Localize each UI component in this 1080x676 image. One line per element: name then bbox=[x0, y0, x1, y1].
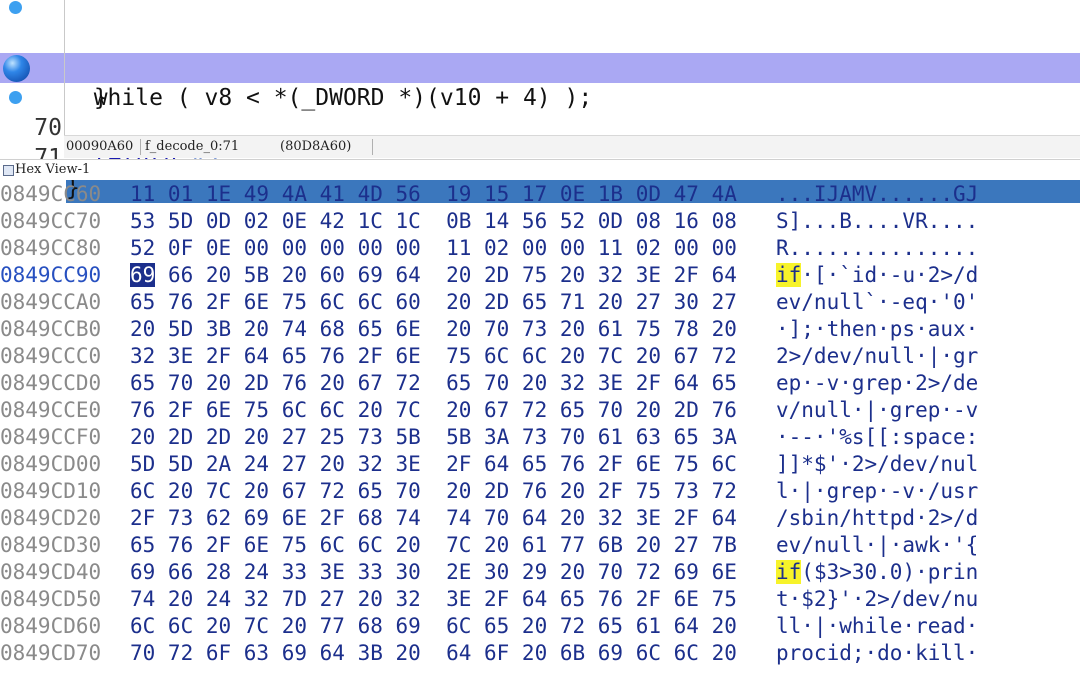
hex-bytes[interactable]: 65 76 2F 6E 75 6C 6C 60 20 2D 65 71 20 2… bbox=[130, 289, 737, 316]
hex-bytes[interactable]: 53 5D 0D 02 0E 42 1C 1C 0B 14 56 52 0D 0… bbox=[130, 208, 737, 235]
hex-ascii[interactable]: S]...B....VR.... bbox=[776, 208, 978, 235]
hex-ascii[interactable]: v/null·|·grep·-v bbox=[776, 397, 978, 424]
hex-address: 0849CC70 bbox=[0, 209, 102, 233]
hex-bytes[interactable]: 20 2D 2D 20 27 25 73 5B 5B 3A 73 70 61 6… bbox=[130, 424, 737, 451]
hex-ascii[interactable]: ll·|·while·read· bbox=[776, 613, 978, 640]
hex-bytes[interactable]: 2F 73 62 69 6E 2F 68 74 74 70 64 20 32 3… bbox=[130, 505, 737, 532]
hex-row[interactable]: 0849CD30 65 76 2F 6E 75 6C 6C 20 7C 20 61… bbox=[0, 532, 1080, 559]
breakpoint-dot-icon[interactable] bbox=[9, 91, 22, 104]
hex-row[interactable]: 0849CCB0 20 5D 3B 20 74 68 65 6E 20 70 73… bbox=[0, 316, 1080, 343]
hex-bytes[interactable]: 11 01 1E 49 4A 41 4D 56 19 15 17 0E 1B 0… bbox=[130, 181, 737, 208]
hex-ascii[interactable]: t·$2}'·2>/dev/nu bbox=[776, 586, 978, 613]
breakpoint-dot-icon[interactable] bbox=[9, 1, 22, 14]
hex-ascii[interactable]: l·|·grep·-v·/usr bbox=[776, 478, 978, 505]
hex-address: 0849CC60 bbox=[0, 182, 102, 206]
hex-cursor-byte[interactable]: 69 bbox=[130, 263, 156, 287]
hex-row[interactable]: 0849CD00 5D 5D 2A 24 27 20 32 3E 2F 64 65… bbox=[0, 451, 1080, 478]
status-divider bbox=[140, 139, 141, 155]
hex-row[interactable]: 0849CCA0 65 76 2F 6E 75 6C 6C 60 20 2D 65… bbox=[0, 289, 1080, 316]
hex-row-current[interactable]: 0849CC90 69 66 20 5B 20 60 69 64 20 2D 75… bbox=[0, 262, 1080, 289]
ascii-highlight: if bbox=[776, 560, 802, 584]
hex-address: 0849CCD0 bbox=[0, 371, 102, 395]
hex-bytes[interactable]: 74 20 24 32 7D 27 20 32 3E 2F 64 65 76 2… bbox=[130, 586, 737, 613]
pseudocode-status-bar: 00090A60 f_decode_0:71 (80D8A60) bbox=[64, 135, 1080, 158]
hex-ascii[interactable]: ]]*$'·2>/dev/nul bbox=[776, 451, 978, 478]
hex-ascii[interactable]: ·--·'%s[[:space: bbox=[776, 424, 978, 451]
hex-row[interactable]: 0849CCC0 32 3E 2F 64 65 76 2F 6E 75 6C 6C… bbox=[0, 343, 1080, 370]
hex-address: 0849CD20 bbox=[0, 506, 102, 530]
hex-bytes[interactable]: 6C 20 7C 20 67 72 65 70 20 2D 76 20 2F 7… bbox=[130, 478, 737, 505]
hex-row[interactable]: 0849CD20 2F 73 62 69 6E 2F 68 74 74 70 64… bbox=[0, 505, 1080, 532]
hex-ascii[interactable]: ...IJAMV......GJ bbox=[776, 181, 978, 208]
hex-address: 0849CD70 bbox=[0, 641, 102, 665]
hex-bytes[interactable]: 5D 5D 2A 24 27 20 32 3E 2F 64 65 76 2F 6… bbox=[130, 451, 737, 478]
code-line-69[interactable]: 69 } bbox=[0, 23, 1080, 111]
hex-ascii[interactable]: /sbin/httpd·2>/d bbox=[776, 505, 978, 532]
hex-bytes[interactable]: 32 3E 2F 64 65 76 2F 6E 75 6C 6C 20 7C 2… bbox=[130, 343, 737, 370]
hex-address: 0849CD40 bbox=[0, 560, 102, 584]
hex-bytes[interactable]: 20 5D 3B 20 74 68 65 6E 20 70 73 20 61 7… bbox=[130, 316, 737, 343]
hex-address-current: 0849CC90 bbox=[0, 263, 102, 287]
status-address: 00090A60 bbox=[66, 139, 134, 154]
hex-row[interactable]: 0849CD40 69 66 28 24 33 3E 33 30 2E 30 29… bbox=[0, 559, 1080, 586]
hex-address: 0849CD50 bbox=[0, 587, 102, 611]
hex-bytes[interactable]: 69 66 20 5B 20 60 69 64 20 2D 75 20 32 3… bbox=[130, 262, 737, 289]
hex-address: 0849CCA0 bbox=[0, 290, 102, 314]
hex-row[interactable]: 0849CC60 11 01 1E 49 4A 41 4D 56 19 15 17… bbox=[0, 181, 1080, 208]
hex-view-title: Hex View-1 bbox=[15, 162, 91, 177]
hex-ascii[interactable]: ev/null`·-eq·'0' bbox=[776, 289, 978, 316]
hex-address: 0849CCB0 bbox=[0, 317, 102, 341]
hex-address: 0849CCE0 bbox=[0, 398, 102, 422]
hex-bytes[interactable]: 52 0F 0E 00 00 00 00 00 11 02 00 00 11 0… bbox=[130, 235, 737, 262]
status-location: f_decode_0:71 bbox=[145, 139, 240, 154]
hex-view[interactable]: 0849CC60 11 01 1E 49 4A 41 4D 56 19 15 17… bbox=[0, 181, 1080, 676]
ascii-rest: ($3>30.0)·prin bbox=[801, 560, 979, 584]
status-ea: (80D8A60) bbox=[280, 139, 352, 154]
hex-row[interactable]: 0849CCD0 65 70 20 2D 76 20 67 72 65 70 20… bbox=[0, 370, 1080, 397]
code-line-68[interactable]: 68 while ( v8 < *(_DWORD *)(v10 + 4) ); bbox=[0, 0, 1080, 111]
hex-bytes[interactable]: 76 2F 6E 75 6C 6C 20 7C 20 67 72 65 70 2… bbox=[130, 397, 737, 424]
hex-address: 0849CD30 bbox=[0, 533, 102, 557]
hex-row[interactable]: 0849CD70 70 72 6F 63 69 64 3B 20 64 6F 20… bbox=[0, 640, 1080, 667]
hex-bytes[interactable]: 70 72 6F 63 69 64 3B 20 64 6F 20 6B 69 6… bbox=[130, 640, 737, 667]
hex-address: 0849CD60 bbox=[0, 614, 102, 638]
window-icon bbox=[3, 165, 14, 176]
code-line-70-current[interactable]: 70 return v3; bbox=[0, 53, 1080, 171]
hex-ascii[interactable]: R............... bbox=[776, 235, 978, 262]
hex-ascii[interactable]: if·[·`id·-u·2>/d bbox=[776, 262, 978, 289]
hex-bytes-rest: 66 20 5B 20 60 69 64 20 2D 75 20 32 3E 2… bbox=[155, 263, 737, 287]
hex-bytes[interactable]: 65 76 2F 6E 75 6C 6C 20 7C 20 61 77 6B 2… bbox=[130, 532, 737, 559]
hex-ascii[interactable]: ep·-v·grep·2>/de bbox=[776, 370, 978, 397]
hex-ascii[interactable]: 2>/dev/null·|·gr bbox=[776, 343, 978, 370]
hex-ascii[interactable]: if($3>30.0)·prin bbox=[776, 559, 978, 586]
status-divider bbox=[372, 139, 373, 155]
hex-row[interactable]: 0849CCE0 76 2F 6E 75 6C 6C 20 7C 20 67 72… bbox=[0, 397, 1080, 424]
hex-address: 0849CD00 bbox=[0, 452, 102, 476]
hex-bytes[interactable]: 65 70 20 2D 76 20 67 72 65 70 20 32 3E 2… bbox=[130, 370, 737, 397]
pseudocode-view[interactable]: 68 while ( v8 < *(_DWORD *)(v10 + 4) ); … bbox=[0, 0, 1080, 203]
code-line-71[interactable]: 71 } bbox=[0, 83, 1080, 203]
hex-ascii[interactable]: procid;·do·kill· bbox=[776, 640, 978, 667]
hex-row[interactable]: 0849CD10 6C 20 7C 20 67 72 65 70 20 2D 76… bbox=[0, 478, 1080, 505]
hex-ascii[interactable]: ·];·then·ps·aux· bbox=[776, 316, 978, 343]
gutter-divider bbox=[64, 0, 65, 135]
hex-row[interactable]: 0849CC70 53 5D 0D 02 0E 42 1C 1C 0B 14 56… bbox=[0, 208, 1080, 235]
ascii-highlight: if bbox=[776, 263, 802, 287]
hex-row[interactable]: 0849CC80 52 0F 0E 00 00 00 00 00 11 02 00… bbox=[0, 235, 1080, 262]
hex-address: 0849CCF0 bbox=[0, 425, 102, 449]
hex-address: 0849CCC0 bbox=[0, 344, 102, 368]
hex-view-tab[interactable]: Hex View-1 bbox=[0, 159, 1080, 180]
hex-row[interactable]: 0849CD50 74 20 24 32 7D 27 20 32 3E 2F 64… bbox=[0, 586, 1080, 613]
hex-address: 0849CC80 bbox=[0, 236, 102, 260]
hex-ascii[interactable]: ev/null·|·awk·'{ bbox=[776, 532, 978, 559]
hex-row[interactable]: 0849CCF0 20 2D 2D 20 27 25 73 5B 5B 3A 73… bbox=[0, 424, 1080, 451]
hex-address: 0849CD10 bbox=[0, 479, 102, 503]
ascii-rest: ·[·`id·-u·2>/d bbox=[801, 263, 979, 287]
current-instruction-ball-icon[interactable] bbox=[3, 55, 30, 82]
hex-row[interactable]: 0849CD60 6C 6C 20 7C 20 77 68 69 6C 65 20… bbox=[0, 613, 1080, 640]
hex-bytes[interactable]: 6C 6C 20 7C 20 77 68 69 6C 65 20 72 65 6… bbox=[130, 613, 737, 640]
hex-bytes[interactable]: 69 66 28 24 33 3E 33 30 2E 30 29 20 70 7… bbox=[130, 559, 737, 586]
